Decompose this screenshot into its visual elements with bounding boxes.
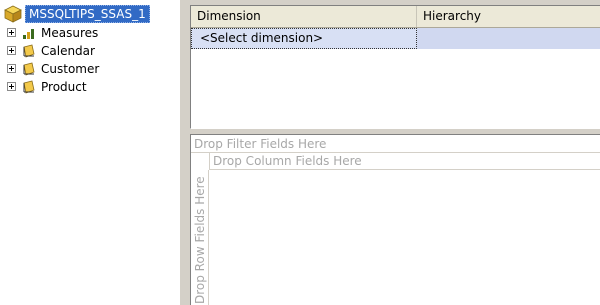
drop-column-zone[interactable]: Drop Column Fields Here [209, 153, 600, 170]
filter-grid-header: Dimension Hierarchy [191, 6, 600, 28]
tree-item-product[interactable]: Product [7, 78, 87, 95]
drop-filter-zone[interactable]: Drop Filter Fields Here [191, 135, 600, 153]
tree-item-label: Customer [41, 61, 100, 76]
tree-item-label: Measures [41, 25, 99, 40]
dimension-icon [23, 44, 35, 58]
filter-grid: Dimension Hierarchy <Select dimension> [190, 5, 600, 129]
metadata-tree[interactable]: MSSQLTIPS_SSAS_1 Measures Calendar Custo… [0, 0, 181, 305]
pane-splitter[interactable] [181, 0, 188, 305]
tree-item-calendar[interactable]: Calendar [7, 42, 95, 59]
expand-icon[interactable] [7, 64, 16, 73]
column-header-hierarchy[interactable]: Hierarchy [417, 6, 600, 27]
drop-row-zone[interactable]: Drop Row Fields Here [191, 170, 209, 305]
cube-browser: MSSQLTIPS_SSAS_1 Measures Calendar Custo… [0, 0, 600, 305]
tree-item-customer[interactable]: Customer [7, 60, 99, 77]
pivot-table-area[interactable]: Drop Filter Fields Here Drop Column Fiel… [190, 134, 600, 305]
cube-name-label[interactable]: MSSQLTIPS_SSAS_1 [25, 5, 150, 23]
dimension-icon [23, 62, 35, 76]
hierarchy-cell[interactable] [417, 28, 600, 49]
cube-icon [4, 5, 22, 23]
column-header-dimension[interactable]: Dimension [191, 6, 417, 27]
filter-grid-row[interactable]: <Select dimension> [191, 28, 600, 49]
tree-item-label: Calendar [41, 43, 95, 58]
right-pane: Dimension Hierarchy <Select dimension> D… [188, 0, 600, 305]
measures-bar-icon [23, 28, 34, 39]
expand-icon[interactable] [7, 46, 16, 55]
expand-icon[interactable] [7, 28, 16, 37]
select-dimension-cell[interactable]: <Select dimension> [191, 28, 417, 49]
dimension-icon [23, 80, 35, 94]
drop-row-label: Drop Row Fields Here [193, 176, 207, 304]
tree-item-measures[interactable]: Measures [7, 24, 98, 41]
tree-root-cube[interactable]: MSSQLTIPS_SSAS_1 [4, 5, 150, 23]
tree-item-label: Product [41, 79, 87, 94]
expand-icon[interactable] [7, 82, 16, 91]
